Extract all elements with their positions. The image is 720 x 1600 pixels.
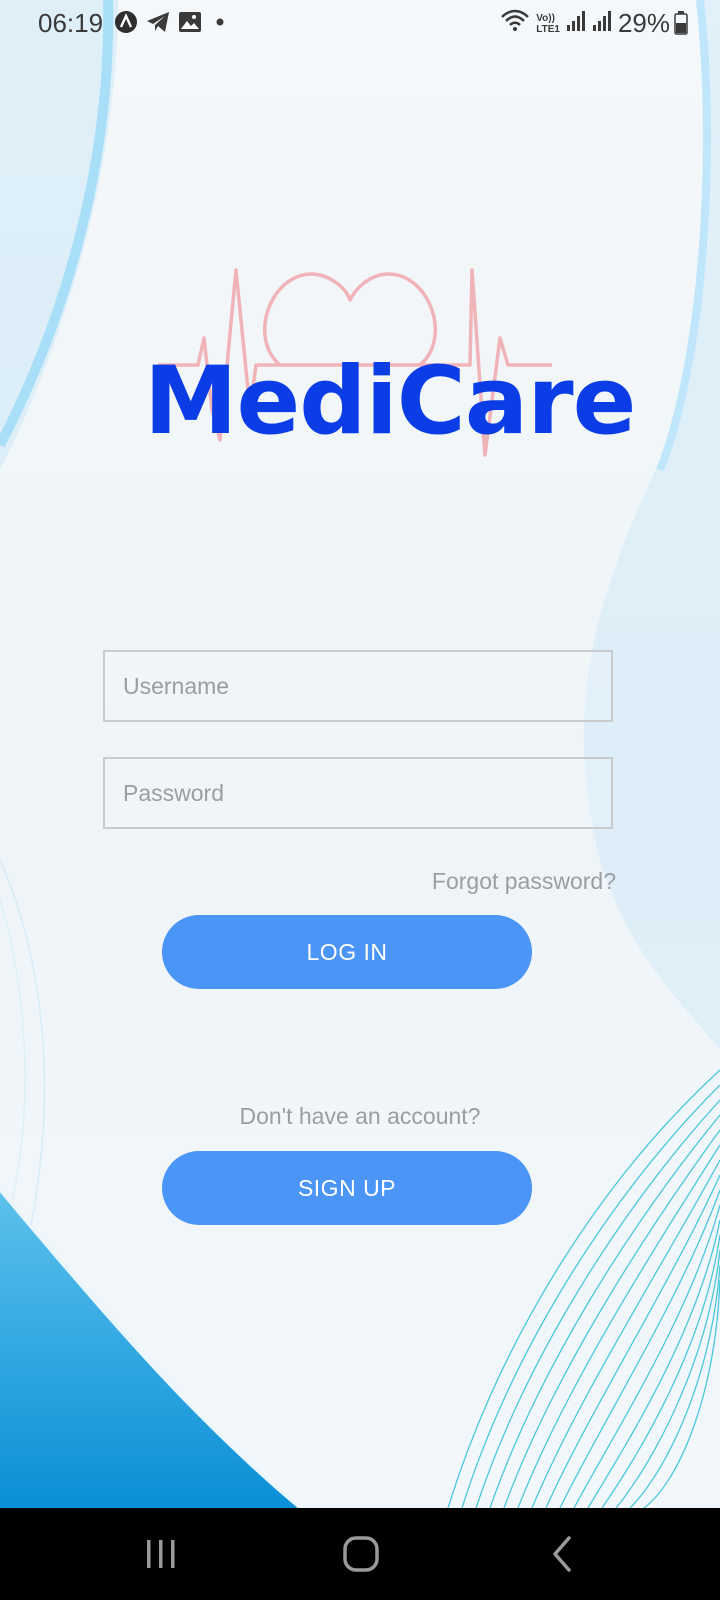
recents-icon bbox=[147, 1540, 175, 1568]
status-bar: 06:19 Vo)) LTE1 29% bbox=[0, 0, 720, 46]
status-system-icons: Vo)) LTE1 29% bbox=[500, 8, 670, 39]
status-time: 06:19 bbox=[38, 8, 104, 38]
battery-percentage: 29% bbox=[617, 8, 670, 38]
medicare-logo: MediCare bbox=[140, 255, 636, 470]
signal-icon bbox=[566, 10, 586, 37]
username-input[interactable] bbox=[121, 671, 611, 701]
back-button[interactable] bbox=[502, 1508, 622, 1600]
app-a-icon bbox=[114, 10, 138, 34]
password-input[interactable] bbox=[121, 778, 611, 808]
login-screen: 06:19 Vo)) LTE1 29% MediCare Username Fo… bbox=[0, 0, 720, 1508]
signal-icon bbox=[592, 10, 612, 37]
volte-lte-icon: Vo)) LTE1 bbox=[536, 12, 560, 35]
dot-icon bbox=[210, 11, 230, 33]
login-button[interactable]: LOG IN bbox=[162, 915, 532, 989]
signup-button[interactable]: SIGN UP bbox=[162, 1151, 532, 1225]
telegram-icon bbox=[146, 11, 170, 33]
recents-button[interactable] bbox=[101, 1508, 221, 1600]
wifi-icon bbox=[500, 9, 530, 38]
background-waves bbox=[0, 0, 720, 1508]
navigation-bar bbox=[0, 1508, 720, 1600]
forgot-password-link[interactable]: Forgot password? bbox=[432, 868, 616, 895]
battery-icon bbox=[674, 11, 688, 40]
status-notification-icons bbox=[114, 10, 230, 34]
no-account-text: Don't have an account? bbox=[239, 1103, 481, 1129]
logo-wordmark: MediCare bbox=[144, 347, 636, 456]
password-field[interactable] bbox=[103, 757, 613, 829]
back-icon bbox=[553, 1536, 571, 1572]
home-icon bbox=[343, 1536, 379, 1572]
gallery-icon bbox=[178, 11, 202, 33]
username-field[interactable] bbox=[103, 650, 613, 722]
home-button[interactable] bbox=[301, 1508, 421, 1600]
